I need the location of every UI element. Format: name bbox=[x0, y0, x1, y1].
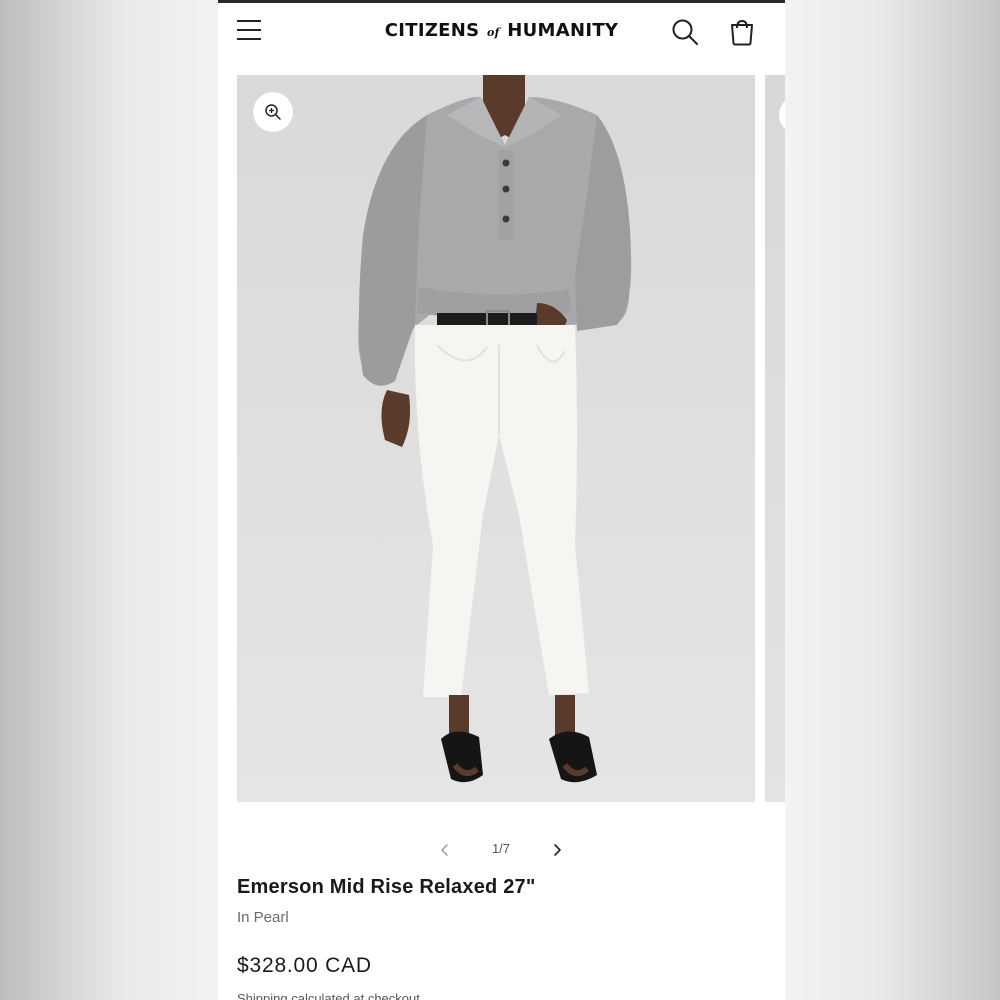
product-price: $328.00 CAD bbox=[237, 954, 372, 977]
logo-text-humanity: HUMANITY bbox=[507, 20, 619, 41]
chevron-left-icon[interactable] bbox=[436, 841, 454, 859]
zoom-in-icon[interactable] bbox=[779, 95, 785, 135]
cart-icon[interactable] bbox=[726, 16, 758, 48]
slide-counter: 1/7 bbox=[491, 841, 511, 856]
product-page: CITIZENS of HUMANITY 1/7 Emerson Mid Ris… bbox=[218, 0, 785, 1000]
model-illustration bbox=[237, 75, 755, 802]
chevron-right-icon[interactable] bbox=[548, 841, 566, 859]
zoom-in-icon[interactable] bbox=[253, 92, 293, 132]
logo-text-of: of bbox=[487, 26, 500, 39]
product-color: In Pearl bbox=[237, 909, 289, 926]
product-image[interactable] bbox=[237, 75, 755, 802]
logo-text-citizens: CITIZENS bbox=[384, 20, 480, 41]
product-title: Emerson Mid Rise Relaxed 27" bbox=[237, 876, 536, 898]
gallery-pagination: 1/7 bbox=[218, 837, 785, 863]
shipping-link[interactable]: Shipping calculated at checkout bbox=[237, 991, 420, 1000]
next-product-image[interactable] bbox=[765, 75, 785, 802]
site-header: CITIZENS of HUMANITY bbox=[218, 3, 785, 73]
product-gallery[interactable] bbox=[237, 75, 785, 802]
search-icon[interactable] bbox=[670, 17, 700, 47]
